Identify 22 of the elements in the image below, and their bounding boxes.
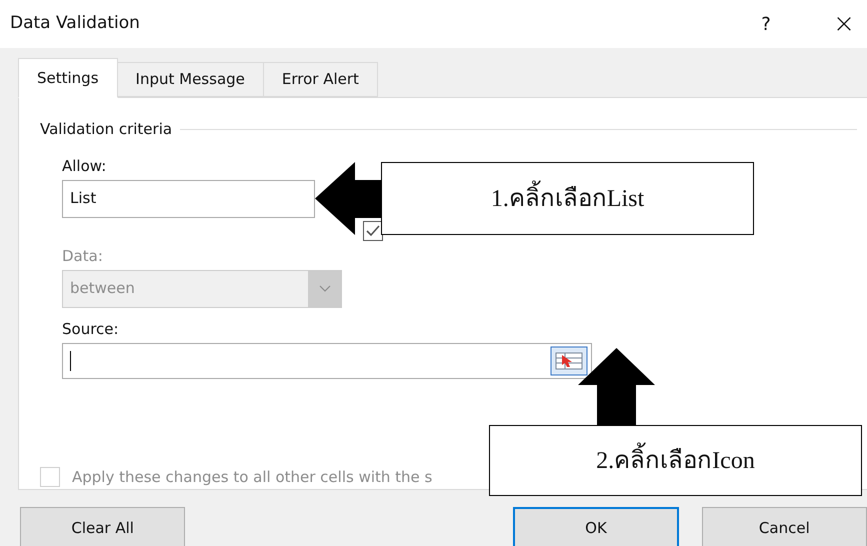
field-label: Data: [62, 246, 104, 264]
checkbox-label: Apply these changes to all other cells with the s [72, 466, 432, 488]
dialog-button[interactable]: Clear All [20, 507, 186, 546]
left-arrow-icon [315, 162, 383, 235]
range-select-icon[interactable] [550, 346, 588, 376]
tab[interactable]: Error Alert [264, 62, 378, 97]
close-button[interactable]: × [829, 4, 859, 44]
allow-dropdown[interactable]: List [62, 180, 315, 218]
chevron-down-icon [318, 285, 330, 292]
field-label: Source: [62, 318, 120, 338]
dialog-button[interactable]: OK [513, 507, 679, 546]
callout-tooltip: 2.คลิ้กเลือกIcon [489, 425, 862, 496]
callout-tooltip: 1.คลิ้กเลือกList [381, 162, 754, 235]
tab[interactable]: Settings [18, 58, 118, 98]
up-arrow-icon [578, 348, 655, 425]
window-title: Data Validation [10, 12, 140, 36]
help-button[interactable]: ? [751, 10, 781, 38]
dialog-button[interactable]: Cancel [702, 507, 867, 546]
source-input[interactable] [62, 342, 592, 378]
field-label: Allow: [62, 156, 108, 174]
tab[interactable]: Input Message [118, 62, 264, 97]
group-title: Validation criteria [40, 119, 172, 140]
